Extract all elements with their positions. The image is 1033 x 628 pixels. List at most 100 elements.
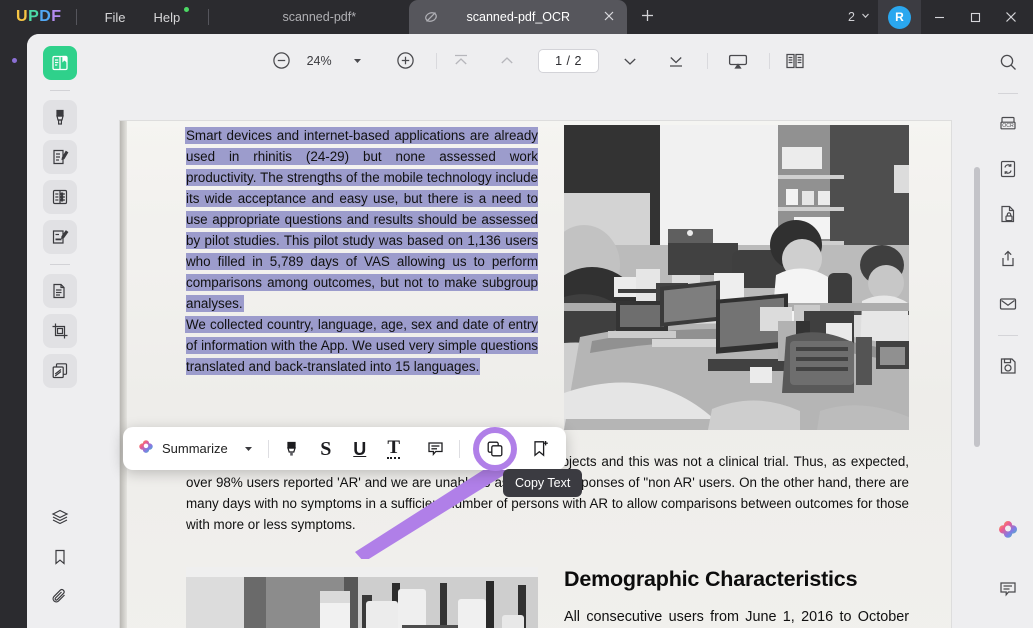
logo-letter-f: F — [51, 8, 61, 26]
logo-letter-u: U — [16, 8, 28, 26]
highlighted-paragraph-1[interactable]: Smart devices and internet-based applica… — [186, 125, 538, 314]
highlighted-paragraph-2[interactable]: We collected country, language, age, sex… — [186, 314, 538, 377]
document-right-column — [564, 125, 909, 430]
left-tool-column-bottom — [27, 500, 93, 620]
tooltip-label: Copy Text — [515, 476, 570, 490]
text-selection-toolbar: Summarize S U T — [123, 427, 566, 470]
toolbar-divider-3 — [769, 53, 770, 69]
protect-lock-icon[interactable] — [992, 198, 1024, 230]
logo-letter-p: P — [28, 8, 39, 26]
chevron-down-icon — [860, 10, 871, 24]
main-panel: 24% 1 / 2 — [27, 34, 1033, 628]
previous-page-button[interactable] — [492, 46, 522, 76]
convert-icon[interactable] — [992, 153, 1024, 185]
menu-help[interactable]: Help — [140, 6, 195, 29]
document-viewport[interactable]: Smart devices and internet-based applica… — [93, 87, 983, 628]
document-left-column: Smart devices and internet-based applica… — [186, 125, 538, 377]
summarize-button[interactable]: Summarize — [131, 438, 236, 459]
add-comment-button[interactable] — [419, 432, 453, 466]
strikethrough-button[interactable]: S — [309, 432, 343, 466]
zoom-level-value[interactable]: 24% — [296, 54, 342, 68]
tool-divider-1 — [50, 90, 70, 91]
search-icon[interactable] — [992, 46, 1024, 78]
right-tool-column-bottom — [983, 514, 1033, 618]
vertical-scrollbar[interactable] — [974, 167, 980, 447]
page-indicator-input[interactable]: 1 / 2 — [538, 49, 599, 73]
avatar-initial: R — [895, 10, 904, 24]
tab-scanned-pdf[interactable]: scanned-pdf* — [229, 0, 409, 34]
account-button[interactable]: R — [878, 0, 921, 34]
maximize-button[interactable] — [957, 0, 993, 34]
toolbar-divider-1 — [436, 53, 437, 69]
sidebar-item-prepare-form[interactable] — [43, 180, 77, 214]
pdf-page: Smart devices and internet-based applica… — [120, 121, 951, 628]
ocr-icon[interactable]: OCR — [992, 108, 1024, 140]
updf-application-window: UPDF File Help scanned-pdf* scanned-pdf_… — [0, 0, 1033, 628]
right-tool-divider-1 — [998, 93, 1018, 94]
document-toolbar: 24% 1 / 2 — [93, 34, 983, 87]
sidebar-item-sign[interactable] — [43, 220, 77, 254]
section-paragraph: All consecutive users from June 1, 2016 … — [564, 606, 909, 628]
highlighted-text-2: We collected country, language, age, sex… — [186, 317, 538, 374]
save-icon[interactable] — [992, 350, 1024, 382]
section-heading: Demographic Characteristics — [564, 567, 909, 592]
tab-count-label: 2 — [848, 10, 855, 24]
zoom-out-button[interactable] — [266, 46, 296, 76]
ai-assistant-icon[interactable] — [992, 514, 1024, 546]
title-divider — [76, 9, 77, 25]
last-page-button[interactable] — [661, 46, 691, 76]
underline-button[interactable]: U — [343, 432, 377, 466]
highlighted-text-1: Smart devices and internet-based applica… — [186, 128, 538, 311]
updf-logo: UPDF — [16, 8, 62, 26]
tab-scanned-pdf-ocr[interactable]: scanned-pdf_OCR — [409, 0, 627, 34]
document-bottom-left — [186, 567, 538, 628]
tab-scanned-pdf-label: scanned-pdf* — [282, 10, 356, 24]
tool-divider-2 — [50, 264, 70, 265]
no-edit-icon — [423, 9, 439, 25]
rail-indicator-dot — [12, 58, 17, 63]
menu-file[interactable]: File — [91, 6, 140, 29]
float-divider-1 — [268, 440, 269, 458]
email-icon[interactable] — [992, 288, 1024, 320]
sidebar-item-crop[interactable] — [43, 314, 77, 348]
logo-letter-d: D — [39, 8, 51, 26]
summarize-dropdown-chevron-icon[interactable] — [236, 432, 262, 466]
first-page-button[interactable] — [446, 46, 476, 76]
tab-close-icon[interactable] — [603, 10, 615, 25]
left-tool-column — [27, 34, 93, 628]
copy-text-button[interactable] — [478, 432, 512, 466]
add-bookmark-button[interactable] — [524, 432, 558, 466]
zoom-dropdown-chevron-icon[interactable] — [342, 46, 372, 76]
tab-count-selector[interactable]: 2 — [841, 6, 878, 28]
feedback-icon[interactable] — [992, 573, 1024, 605]
tab-bar: scanned-pdf* scanned-pdf_OCR — [229, 0, 656, 34]
menu-file-label: File — [105, 10, 126, 25]
sidebar-item-reader[interactable] — [43, 46, 77, 80]
share-icon[interactable] — [992, 243, 1024, 275]
squiggly-glyph: T — [387, 438, 400, 459]
strikethrough-glyph: S — [320, 439, 331, 459]
next-page-button[interactable] — [615, 46, 645, 76]
avatar: R — [888, 6, 911, 29]
sidebar-item-layers[interactable] — [43, 500, 77, 534]
ai-sparkle-icon — [137, 438, 155, 459]
conference-room-meeting-photo — [564, 125, 909, 430]
title-bar: UPDF File Help scanned-pdf* scanned-pdf_… — [0, 0, 1033, 34]
float-divider-2 — [459, 440, 460, 458]
highlight-button[interactable] — [275, 432, 309, 466]
sidebar-item-compare[interactable] — [43, 354, 77, 388]
copy-text-tooltip: Copy Text — [503, 469, 582, 497]
sidebar-item-attachments[interactable] — [43, 580, 77, 614]
new-tab-button[interactable] — [639, 7, 656, 28]
sidebar-item-bookmarks[interactable] — [43, 540, 77, 574]
minimize-button[interactable] — [921, 0, 957, 34]
squiggly-underline-button[interactable]: T — [377, 432, 411, 466]
sidebar-item-comment[interactable] — [43, 100, 77, 134]
sidebar-item-organize-pages[interactable] — [43, 274, 77, 308]
zoom-in-button[interactable] — [390, 46, 420, 76]
close-button[interactable] — [993, 0, 1029, 34]
dual-page-view-button[interactable] — [780, 46, 810, 76]
presentation-mode-button[interactable] — [723, 46, 753, 76]
menu-help-label: Help — [154, 10, 181, 25]
sidebar-item-edit-pdf[interactable] — [43, 140, 77, 174]
